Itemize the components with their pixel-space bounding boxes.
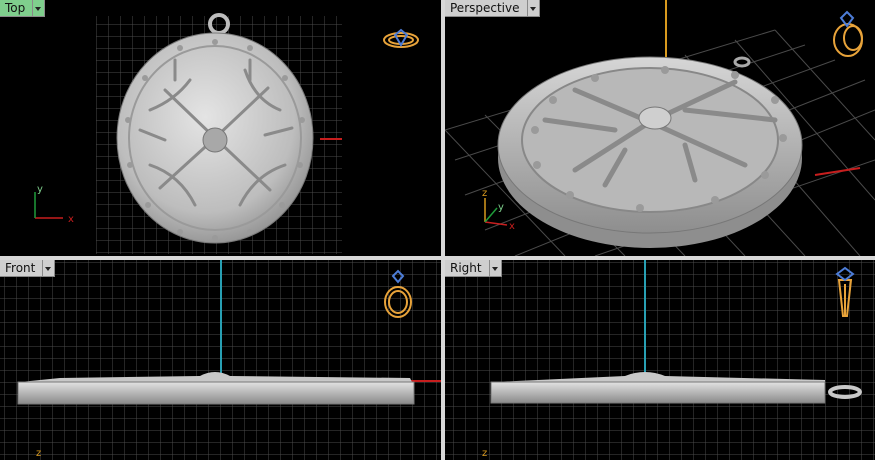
- axis-z-label: z: [482, 188, 487, 199]
- axis-x-label: x: [509, 221, 515, 232]
- dropdown-arrow-icon[interactable]: [33, 0, 46, 17]
- tab-right-label: Right: [445, 260, 490, 277]
- viewport-front[interactable]: z Front: [0, 260, 441, 460]
- viewport-divider-vertical[interactable]: [441, 0, 445, 460]
- perspective-canvas: z x y: [445, 0, 875, 256]
- viewport-top[interactable]: x y Top: [0, 0, 441, 256]
- axis-y-label: y: [37, 184, 43, 195]
- dropdown-arrow-icon[interactable]: [527, 0, 540, 17]
- x-axis-line: [814, 167, 861, 176]
- axis-z-label: z: [36, 448, 41, 459]
- tab-right[interactable]: Right: [445, 260, 502, 277]
- tab-top-label: Top: [0, 0, 34, 17]
- axis-indicator: [34, 192, 63, 219]
- ring-gizmo-icon[interactable]: [383, 28, 419, 48]
- grid-area: [445, 260, 875, 460]
- tab-front-label: Front: [0, 260, 44, 277]
- pendant-model-perspective[interactable]: [497, 56, 803, 248]
- viewport-divider-horizontal[interactable]: [0, 256, 875, 260]
- tab-top[interactable]: Top: [0, 0, 46, 17]
- tab-front[interactable]: Front: [0, 260, 56, 277]
- axis-y-label: y: [498, 202, 504, 213]
- front-canvas: z: [0, 260, 441, 460]
- ring-gizmo-icon[interactable]: [833, 10, 863, 57]
- viewport-right[interactable]: z Right: [445, 260, 875, 460]
- axis-x-label: x: [68, 214, 74, 225]
- dropdown-arrow-icon[interactable]: [43, 260, 56, 277]
- tab-perspective-label: Perspective: [445, 0, 528, 17]
- axis-z-label: z: [482, 448, 487, 459]
- dropdown-arrow-icon[interactable]: [489, 260, 502, 277]
- right-canvas: z: [445, 260, 875, 460]
- top-canvas: x y: [34, 13, 419, 254]
- tab-perspective[interactable]: Perspective: [445, 0, 540, 17]
- viewport-perspective[interactable]: z x y Perspective: [445, 0, 875, 256]
